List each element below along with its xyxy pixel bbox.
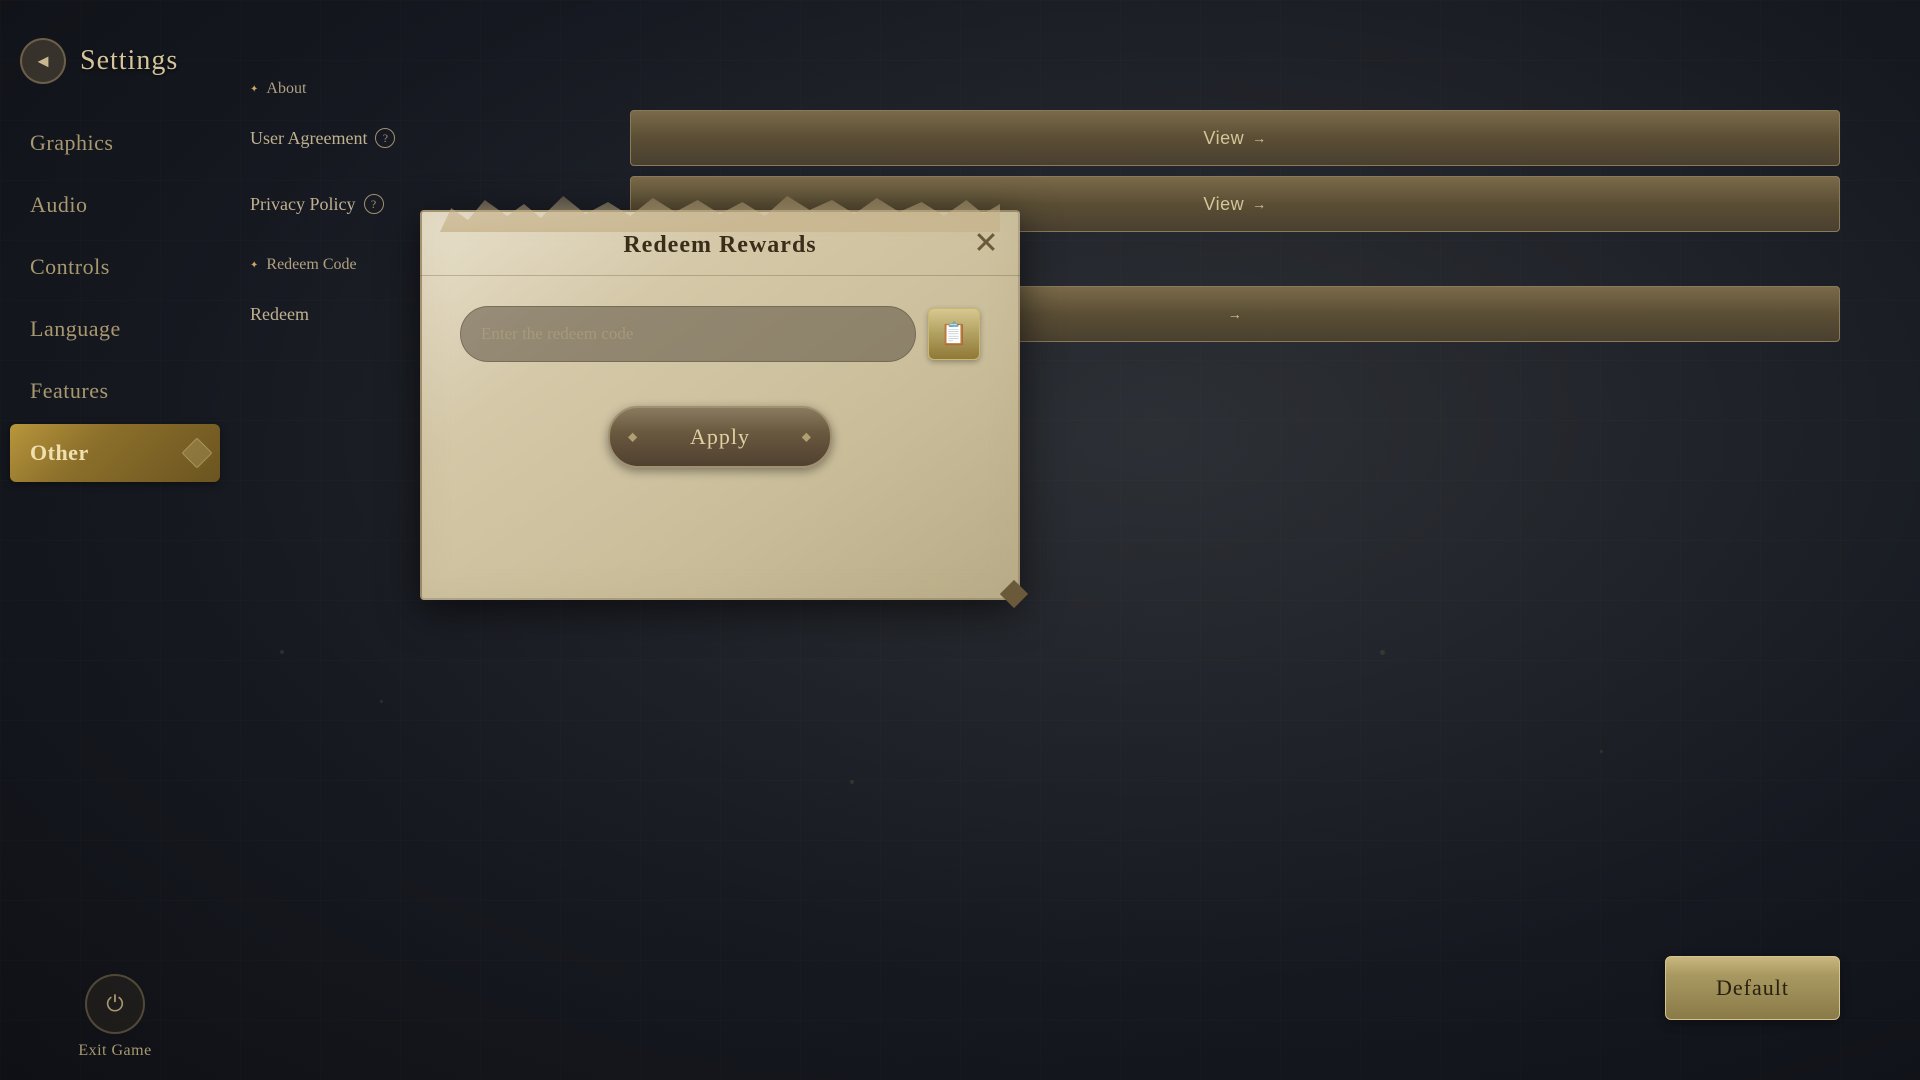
power-icon: ⏻ [106, 991, 123, 1017]
paste-icon: 📋 [940, 321, 967, 347]
modal-header: Redeem Rewards [420, 210, 1020, 276]
sidebar-item-features[interactable]: Features [10, 362, 220, 420]
modal-close-button[interactable] [968, 224, 1004, 260]
modal-corner-decoration [994, 574, 1034, 614]
sidebar-item-graphics[interactable]: Graphics [10, 114, 220, 172]
close-icon [972, 228, 1000, 256]
redeem-arrow-icon: → [1228, 306, 1243, 322]
modal-outer: Redeem Rewards 📋 Apply [420, 210, 1020, 600]
back-button[interactable]: ◄ [20, 38, 66, 84]
apply-button[interactable]: Apply [608, 406, 832, 468]
user-agreement-tooltip-icon[interactable]: ? [375, 128, 395, 148]
apply-btn-container: Apply [460, 406, 980, 468]
sidebar-item-label: Graphics [30, 130, 113, 155]
sidebar-item-audio[interactable]: Audio [10, 176, 220, 234]
exit-game-section[interactable]: ⏻ Exit Game [0, 954, 230, 1080]
user-agreement-view-button[interactable]: View → [630, 110, 1840, 166]
sidebar-item-other[interactable]: Other [10, 424, 220, 482]
corner-diamond-icon [1000, 580, 1028, 608]
sidebar-item-label: Audio [30, 192, 88, 217]
sidebar-item-label: Controls [30, 254, 110, 279]
default-button[interactable]: Default [1665, 956, 1840, 1020]
input-row: 📋 [460, 306, 980, 362]
about-section-title: About [266, 80, 306, 98]
exit-game-label: Exit Game [78, 1042, 151, 1060]
page-title: Settings [80, 45, 178, 77]
privacy-policy-tooltip-icon[interactable]: ? [364, 194, 384, 214]
power-icon-circle: ⏻ [85, 974, 145, 1034]
user-agreement-row: User Agreement ? View → [250, 110, 1840, 166]
header-row: ◄ Settings [0, 20, 230, 114]
apply-label: Apply [690, 424, 750, 449]
sidebar-item-label: Features [30, 378, 109, 403]
sidebar-item-language[interactable]: Language [10, 300, 220, 358]
sidebar-item-label: Language [30, 316, 121, 341]
about-section-header: About [250, 80, 1840, 98]
sidebar-item-label: Other [30, 440, 89, 465]
back-icon: ◄ [34, 51, 52, 72]
redeem-section-title: Redeem Code [266, 256, 356, 274]
redeem-code-input[interactable] [460, 306, 916, 362]
paste-button[interactable]: 📋 [928, 308, 980, 360]
view-arrow-icon: → [1252, 130, 1267, 146]
sidebar: ◄ Settings Graphics Audio Controls Langu… [0, 0, 230, 1080]
nav-menu: Graphics Audio Controls Language Feature… [0, 114, 230, 954]
user-agreement-label: User Agreement ? [250, 128, 630, 149]
modal-title: Redeem Rewards [623, 232, 816, 258]
sidebar-item-controls[interactable]: Controls [10, 238, 220, 296]
modal-body: 📋 Apply [420, 276, 1020, 492]
redeem-rewards-modal: Redeem Rewards 📋 Apply [420, 210, 1020, 600]
view-arrow-icon-2: → [1252, 196, 1267, 212]
